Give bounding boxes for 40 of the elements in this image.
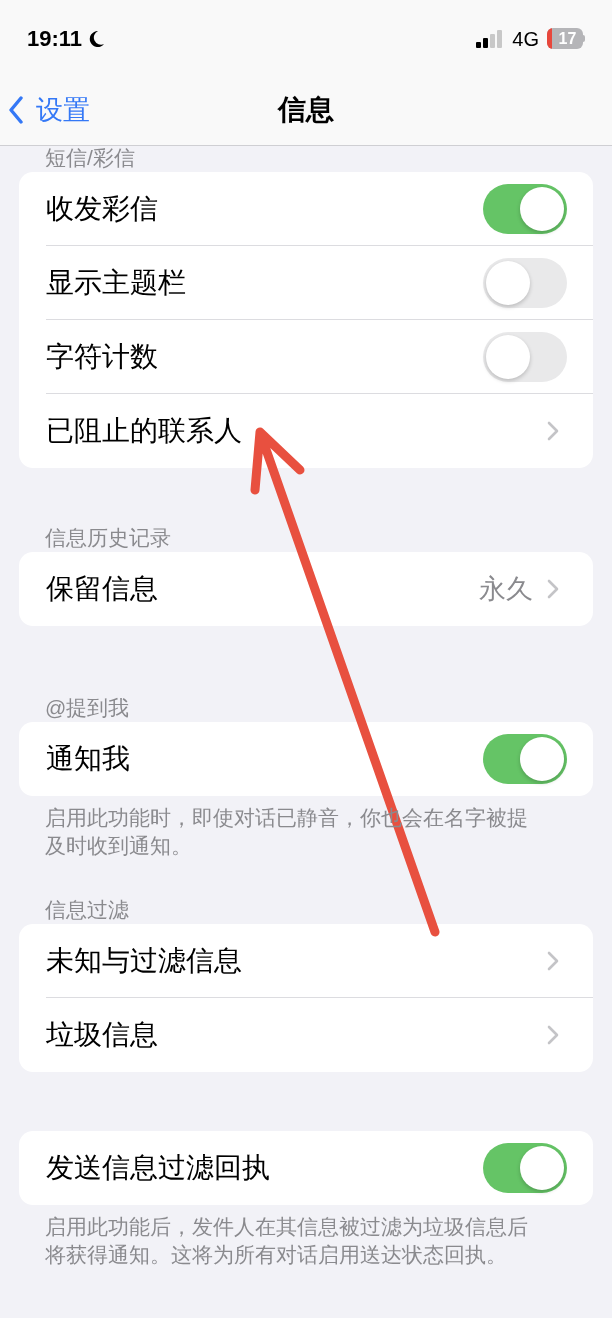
settings-row[interactable]: 未知与过滤信息 <box>19 924 593 998</box>
settings-row[interactable]: 显示主题栏 <box>19 246 593 320</box>
toggle-switch[interactable] <box>483 257 567 308</box>
section-header: 短信/彩信 <box>44 146 136 170</box>
toggle-switch[interactable] <box>483 183 567 234</box>
row-value: 永久 <box>479 572 533 606</box>
settings-row[interactable]: 垃圾信息 <box>19 998 593 1072</box>
battery-icon: 17 <box>547 28 585 49</box>
network-label: 4G <box>512 26 539 52</box>
section-header: 信息历史记录 <box>44 526 172 550</box>
toggle-switch[interactable] <box>483 734 567 784</box>
toggle-switch[interactable] <box>483 1143 567 1193</box>
status-time: 19:11 <box>27 25 83 53</box>
settings-row[interactable]: 发送信息过滤回执 <box>19 1131 593 1205</box>
nav-title: 信息 <box>278 93 334 127</box>
settings-row[interactable]: 收发彩信 <box>19 172 593 246</box>
row-label: 显示主题栏 <box>46 265 187 300</box>
toggle-switch[interactable] <box>483 331 567 382</box>
signal-icon <box>476 29 505 48</box>
row-label: 发送信息过滤回执 <box>46 1151 271 1185</box>
back-chevron-icon <box>8 96 24 124</box>
chevron-icon <box>547 579 559 599</box>
settings-row[interactable]: 通知我 <box>19 722 593 796</box>
section-header: @提到我 <box>44 696 131 720</box>
chevron-icon <box>547 950 559 971</box>
row-label: 字符计数 <box>46 339 159 374</box>
settings-row[interactable]: 字符计数 <box>19 320 593 394</box>
row-label: 收发彩信 <box>46 191 159 226</box>
row-label: 保留信息 <box>46 572 159 606</box>
settings-row[interactable]: 保留信息 永久 <box>19 552 593 626</box>
row-label: 未知与过滤信息 <box>46 943 243 978</box>
row-label: 垃圾信息 <box>46 1018 159 1052</box>
chevron-icon <box>547 1025 559 1045</box>
settings-row[interactable]: 已阻止的联系人 <box>19 394 593 468</box>
section-footer: 启用此功能后，发件人在其信息被过滤为垃圾信息后将获得通知。这将为所有对话启用送达状态回执。 <box>0 1205 612 1269</box>
row-label: 已阻止的联系人 <box>46 414 243 448</box>
back-button[interactable]: 设置 <box>0 89 90 131</box>
section-header: 信息过滤 <box>44 898 130 922</box>
row-label: 通知我 <box>46 742 131 776</box>
chevron-icon <box>547 421 559 441</box>
